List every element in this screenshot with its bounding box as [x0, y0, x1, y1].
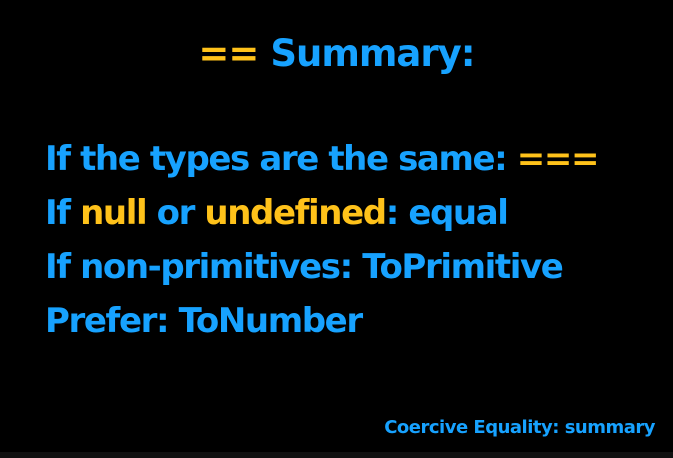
slide: == Summary: If the types are the same: =…	[0, 0, 673, 458]
line-text: If	[45, 193, 81, 233]
line-text: : equal	[385, 193, 509, 233]
title-operator: ==	[198, 32, 259, 75]
summary-line-same-types: If the types are the same: ===	[45, 132, 665, 186]
slide-caption: Coercive Equality: summary	[384, 417, 655, 438]
bottom-strip	[0, 452, 673, 458]
line-text: If the types are the same:	[45, 139, 517, 179]
summary-line-non-primitives: If non-primitives: ToPrimitive	[45, 240, 665, 294]
strict-equality-operator: ===	[516, 139, 600, 179]
summary-line-null-undefined: If null or undefined: equal	[45, 186, 665, 240]
line-text: Prefer: ToNumber	[45, 301, 363, 341]
line-text: or	[146, 193, 205, 233]
undefined-keyword: undefined	[204, 193, 387, 233]
title-text: Summary:	[270, 32, 475, 75]
slide-title: == Summary:	[0, 32, 673, 75]
summary-list: If the types are the same: === If null o…	[45, 132, 665, 348]
null-keyword: null	[80, 193, 148, 233]
summary-line-prefer: Prefer: ToNumber	[45, 294, 665, 348]
line-text: If non-primitives: ToPrimitive	[45, 247, 564, 287]
